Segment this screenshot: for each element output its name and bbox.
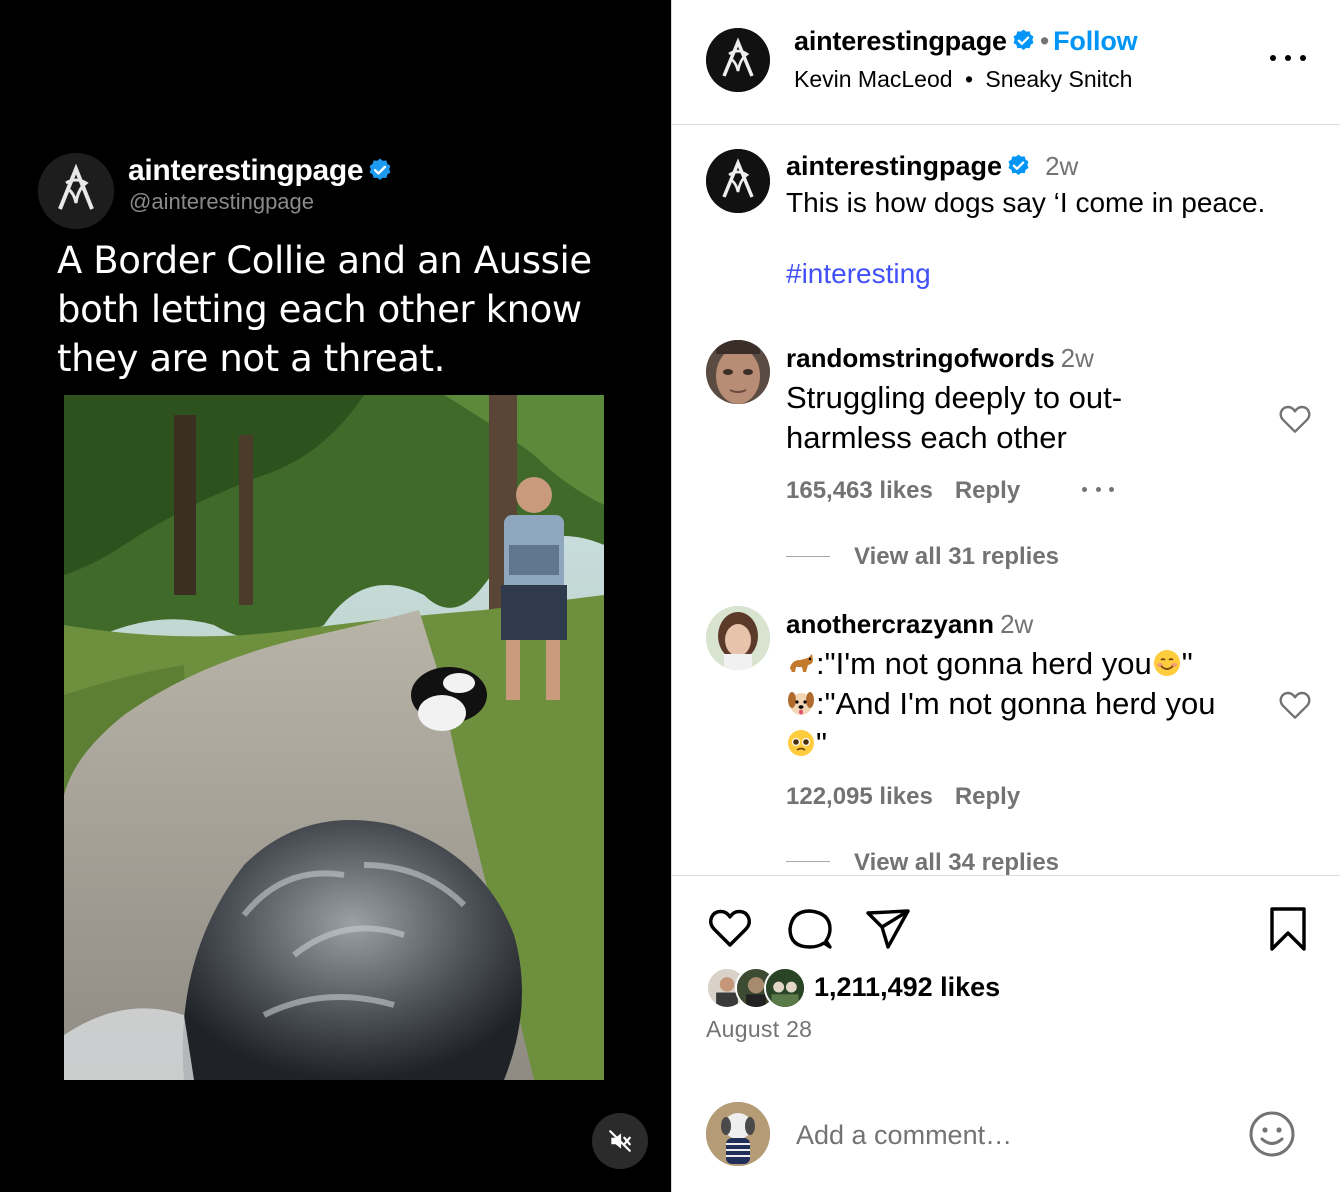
verified-badge-icon [1008,154,1029,175]
caption-hashtag[interactable]: #interesting [786,258,931,290]
comment-age: 2w [1060,343,1094,373]
comment-text: Struggling deeply to out- harmless each … [786,378,1256,458]
pleading-face-emoji-icon [788,730,814,756]
dog-face-emoji-icon [788,692,814,715]
current-user-avatar [706,1102,770,1166]
more-options-icon[interactable] [1270,46,1306,70]
comment-text-line: :"And I'm not gonna herd you [786,684,1266,724]
comment-icon[interactable] [786,905,834,953]
post-panel: ainterestingpage • Follow Kevin MacLeod • … [671,0,1340,1192]
bookmark-icon[interactable] [1264,905,1312,953]
audio-artist[interactable]: Kevin MacLeod [794,66,953,92]
comment-age: 2w [1000,609,1034,639]
post-header-user: ainterestingpage • Follow [794,26,1138,57]
comment-meta: 165,463 likes Reply [786,477,1042,505]
caption-user: ainterestingpage 2w [786,151,1078,182]
tweet-text: A Border Collie and an Aussie both letti… [57,239,592,380]
media-panel[interactable]: ainterestingpage @ainterestingpage A Bor… [0,0,671,1192]
dog-emoji-icon [790,654,813,672]
verified-badge-icon [1013,29,1034,50]
caption-age: 2w [1045,151,1079,181]
view-replies-button[interactable]: View all 34 replies [854,849,1059,875]
comment-more-icon[interactable] [1082,485,1114,493]
caption-author-avatar[interactable] [706,149,770,213]
comment-heart-icon[interactable] [1279,690,1311,720]
emoji-icon[interactable] [1248,1110,1296,1158]
author-username[interactable]: ainterestingpage [794,26,1007,56]
follow-button[interactable]: Follow [1053,26,1137,56]
audio-separator: • [964,66,973,92]
comment-text-line: Struggling deeply to out- [786,380,1123,415]
comment-text: :"I'm not gonna herd you " :"And I'm not … [786,644,1266,764]
tweet-author-avatar [38,153,114,229]
audio-track[interactable]: Sneaky Snitch [985,66,1132,92]
liker-avatar [764,967,806,1009]
caption-username[interactable]: ainterestingpage [786,151,1002,181]
likes-count[interactable]: 1,211,492 likes [814,972,1000,1003]
comment-text-line: " [786,724,1266,764]
replies-divider [786,861,830,862]
actions-divider [672,875,1340,876]
heart-icon[interactable] [706,905,754,953]
comment-text-line: :"I'm not gonna herd you " [786,644,1266,684]
view-replies-button[interactable]: View all 31 replies [854,543,1059,571]
comment-username[interactable]: anothercrazyann [786,609,994,639]
comment-meta: 122,095 likes Reply [786,783,1042,811]
liked-by-avatars[interactable] [706,967,810,1011]
comment-likes[interactable]: 165,463 likes [786,477,933,504]
tweet-author-name: ainterestingpage [128,154,393,188]
mute-icon [609,1130,631,1152]
mute-button[interactable] [592,1113,648,1169]
smiling-face-emoji-icon [1153,650,1180,676]
tweet-author-handle: @ainterestingpage [129,189,315,214]
commenter-avatar[interactable] [706,606,770,670]
caption-text: This is how dogs say ‘I come in peace. [786,187,1266,218]
comment-heart-icon[interactable] [1279,404,1311,434]
comments-list[interactable]: ainterestingpage 2w This is how dogs say … [672,125,1340,875]
comment-username[interactable]: randomstringofwords [786,343,1055,373]
author-avatar[interactable] [706,28,770,92]
verified-badge-icon [369,158,391,180]
comment-user: randomstringofwords 2w [786,343,1094,374]
reply-button[interactable]: Reply [955,477,1020,504]
share-icon[interactable] [864,905,912,953]
reply-button[interactable]: Reply [955,783,1020,810]
comment-user: anothercrazyann 2w [786,609,1033,640]
video-frame[interactable] [64,395,604,1080]
header-separator: • [1039,26,1050,56]
comment-likes[interactable]: 122,095 likes [786,783,933,810]
audio-attribution[interactable]: Kevin MacLeod • Sneaky Snitch [794,66,1132,93]
commenter-avatar[interactable] [706,340,770,404]
post-date[interactable]: August 28 [706,1016,812,1043]
replies-divider [786,556,830,557]
comment-text-line: harmless each other [786,420,1067,455]
add-comment-input[interactable] [796,1115,1216,1155]
